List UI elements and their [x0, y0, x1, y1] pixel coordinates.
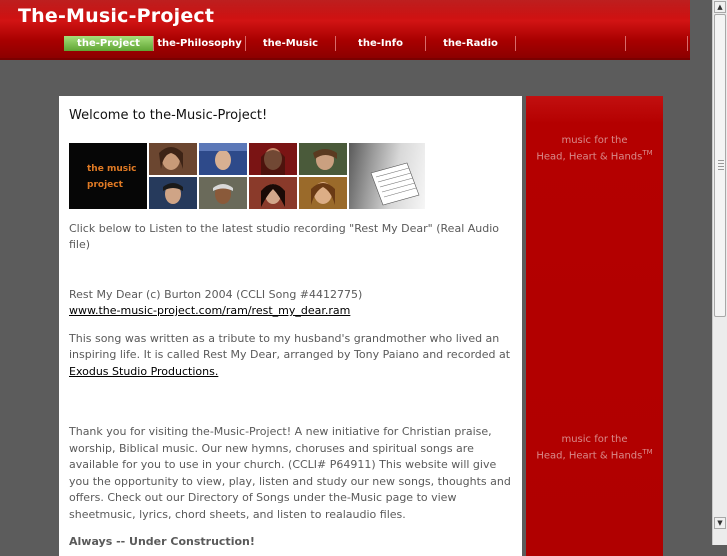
tribute-text: This song was written as a tribute to my… — [69, 331, 512, 381]
construction-notice: Always -- Under Construction! — [69, 535, 255, 548]
portrait-photo — [198, 142, 247, 175]
scrollbar-thumb[interactable] — [714, 14, 726, 317]
portrait-photo — [198, 176, 247, 209]
site-title[interactable]: The-Music-Project — [18, 5, 214, 27]
welcome-paragraph: Thank you for visiting the-Music-Project… — [69, 425, 511, 521]
song-audio-link[interactable]: www.the-music-project.com/ram/rest_my_de… — [69, 304, 350, 317]
main-nav: the-Project the-Philosophy the-Music the… — [64, 36, 688, 51]
nav-item-info[interactable]: the-Info — [336, 36, 426, 51]
scrollbar-grip-icon — [718, 160, 724, 172]
sidebar-tagline: music for the Head, Heart & HandsTM — [526, 134, 663, 163]
tagline-text: Head, Heart & Hands — [536, 450, 643, 462]
nav-item-philosophy[interactable]: the-Philosophy — [154, 36, 246, 51]
banner-logo-tile: the music project — [69, 142, 147, 209]
portrait-photo — [298, 142, 347, 175]
nav-item-project[interactable]: the-Project — [64, 36, 154, 51]
tagline-line-2: Head, Heart & HandsTM — [526, 147, 663, 163]
tagline-line-1: music for the — [561, 135, 628, 146]
portrait-photo — [148, 176, 197, 209]
header-divider — [0, 58, 690, 60]
site-header: The-Music-Project the-Project the-Philos… — [0, 0, 690, 58]
sidebar: music for the Head, Heart & HandsTM musi… — [526, 96, 663, 556]
scroll-up-arrow-icon[interactable]: ▲ — [714, 1, 726, 13]
nav-item-radio[interactable]: the-Radio — [426, 36, 516, 51]
listen-intro-text: Click below to Listen to the latest stud… — [69, 221, 500, 252]
portrait-photo — [148, 142, 197, 175]
nav-item-music[interactable]: the-Music — [246, 36, 336, 51]
page-heading: Welcome to the-Music-Project! — [69, 108, 268, 123]
portrait-photo — [248, 142, 297, 175]
studio-link[interactable]: Exodus Studio Productions. — [69, 365, 218, 378]
sheet-music-image — [348, 142, 425, 209]
banner-photo-grid — [148, 142, 347, 209]
nav-item-blank-1[interactable] — [516, 36, 626, 51]
tagline-line-1: music for the — [561, 434, 628, 445]
tagline-text: Head, Heart & Hands — [536, 151, 643, 163]
vertical-scrollbar[interactable]: ▲ ▼ — [712, 0, 727, 545]
trademark-mark: TM — [642, 448, 653, 456]
scroll-down-arrow-icon[interactable]: ▼ — [714, 517, 726, 529]
banner-logo-text: the music project — [87, 163, 137, 191]
nav-item-blank-2[interactable] — [626, 36, 688, 51]
trademark-mark: TM — [642, 149, 653, 157]
main-content: Welcome to the-Music-Project! the music … — [59, 96, 522, 556]
banner-image: the music project — [69, 142, 425, 209]
sidebar-tagline: music for the Head, Heart & HandsTM — [526, 433, 663, 462]
portrait-photo — [248, 176, 297, 209]
tribute-body: This song was written as a tribute to my… — [69, 331, 511, 362]
tagline-line-2: Head, Heart & HandsTM — [526, 446, 663, 462]
portrait-photo — [298, 176, 347, 209]
song-credit-text: Rest My Dear (c) Burton 2004 (CCLI Song … — [69, 287, 363, 301]
